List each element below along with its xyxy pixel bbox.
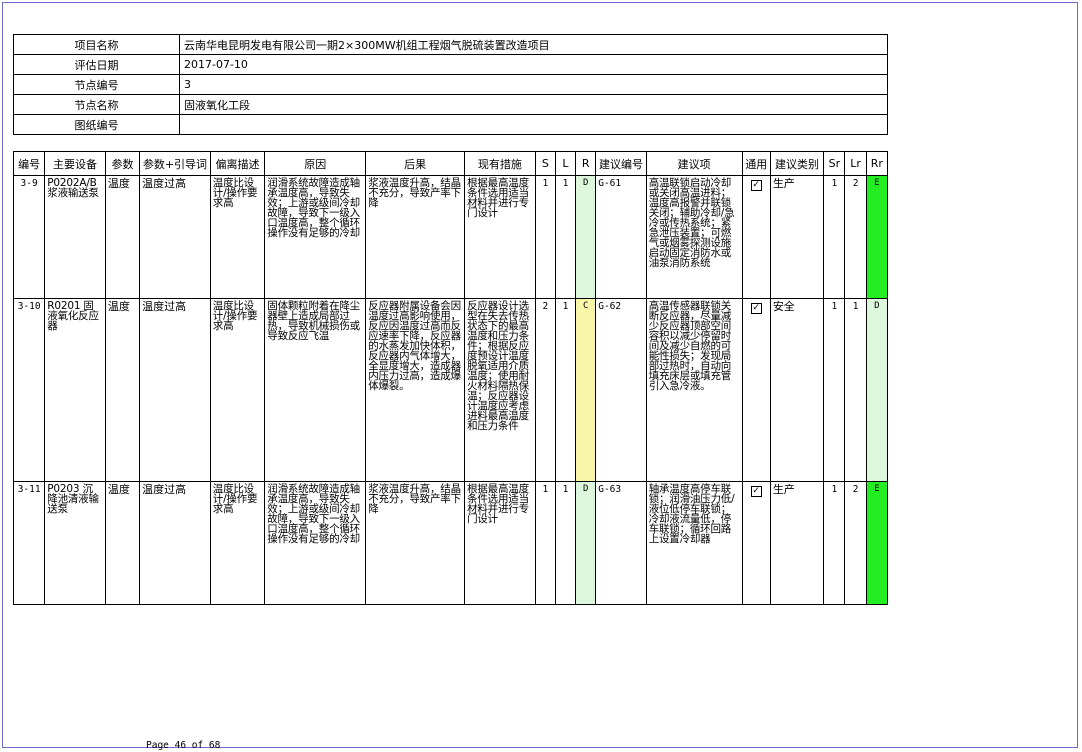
deviation-cell: 温度比设计/操作要求高 <box>209 175 266 299</box>
column-header: 参数 <box>104 151 141 176</box>
table-header-row: 编号 主要设备 参数 参数+引导词 偏离描述 原因 后果 现有措施 S L R 建议编号 建议项 通用 建议… <box>12 151 889 176</box>
residual-likelihood-cell: 2 <box>844 481 867 605</box>
general-checkbox: ✓ <box>741 481 771 605</box>
cause-cell: 固体颗粒附着在降尘器壁上造成局部过热，导致机械损伤或导致反应飞温 <box>264 298 367 482</box>
column-header: Rr <box>865 151 889 176</box>
info-value: 2017-07-10 <box>179 54 888 75</box>
info-value: 固液氧化工段 <box>179 94 888 115</box>
residual-risk-cell: E <box>865 175 889 299</box>
column-header: R <box>575 151 597 176</box>
equipment-cell: R0201 固液氧化反应器 <box>44 298 106 482</box>
row-id: 3-11 <box>12 481 46 605</box>
category-cell: 安全 <box>769 298 825 482</box>
recommendation-cell: 轴承温度高停车联锁；润滑油压力低/液位低停车联锁；冷却液流量低，停车联锁；循环回… <box>645 481 743 605</box>
page-number: Page 46 of 68 <box>146 740 221 751</box>
likelihood-cell: 1 <box>554 298 577 482</box>
report-page: 项目名称 云南华电昆明发电有限公司一期2×300MW机组工程烟气脱硫装置改造项目评… <box>2 2 1078 751</box>
param-cell: 温度 <box>104 298 141 482</box>
column-header: 编号 <box>12 151 46 176</box>
residual-risk-cell: D <box>865 298 889 482</box>
info-value: 3 <box>179 74 888 95</box>
table-row: 3-9 P0202A/B浆液输送泵 温度 温度过高 温度比设计/操作要求高 润滑系统故障造… <box>12 175 889 299</box>
column-header: Lr <box>844 151 867 176</box>
guideword-cell: 温度过高 <box>139 298 211 482</box>
guideword-cell: 温度过高 <box>139 175 211 299</box>
consequence-cell: 浆液温度升高，结晶不充分，导致产率下降 <box>365 175 466 299</box>
info-value: 云南华电昆明发电有限公司一期2×300MW机组工程烟气脱硫装置改造项目 <box>179 34 888 55</box>
recommendation-number: G-62 <box>595 298 647 482</box>
consequence-cell: 浆液温度升高，结晶不充分，导致产率下降 <box>365 481 466 605</box>
node-info-table: 项目名称 云南华电昆明发电有限公司一期2×300MW机组工程烟气脱硫装置改造项目评… <box>13 34 888 135</box>
cause-cell: 润滑系统故障造成轴承温度高，导致失效；上游或级间冷却故障，导致下一级入口温度高，… <box>264 481 367 605</box>
checkbox-icon: ✓ <box>750 486 762 497</box>
measures-cell: 反应器设计选型在失去传热状态下的最高温度和压力条件；根据反应度预设计温度脱氧适用… <box>464 298 536 482</box>
info-label: 图纸编号 <box>13 114 180 135</box>
column-header: 原因 <box>264 151 367 176</box>
column-header: 建议类别 <box>769 151 825 176</box>
row-id: 3-10 <box>12 298 46 482</box>
recommendation-number: G-63 <box>595 481 647 605</box>
deviation-cell: 温度比设计/操作要求高 <box>209 298 266 482</box>
residual-likelihood-cell: 1 <box>844 298 867 482</box>
residual-likelihood-cell: 2 <box>844 175 867 299</box>
risk-cell: D <box>575 175 597 299</box>
risk-cell: D <box>575 481 597 605</box>
guideword-cell: 温度过高 <box>139 481 211 605</box>
column-header: S <box>534 151 556 176</box>
likelihood-cell: 1 <box>554 175 577 299</box>
deviation-cell: 温度比设计/操作要求高 <box>209 481 266 605</box>
column-header: 现有措施 <box>464 151 536 176</box>
likelihood-cell: 1 <box>554 481 577 605</box>
column-header: 后果 <box>365 151 466 176</box>
severity-cell: 1 <box>534 175 556 299</box>
consequence-cell: 反应器附属设备会因温度过高影响使用，反应因温度过高而反应速率下降，反应器的水蒸发… <box>365 298 466 482</box>
general-checkbox: ✓ <box>741 298 771 482</box>
checkbox-icon: ✓ <box>750 180 762 191</box>
column-header: 建议项 <box>645 151 743 176</box>
equipment-cell: P0202A/B浆液输送泵 <box>44 175 106 299</box>
param-cell: 温度 <box>104 481 141 605</box>
info-label: 评估日期 <box>13 54 180 75</box>
info-label: 节点名称 <box>13 94 180 115</box>
column-header: 参数+引导词 <box>139 151 211 176</box>
hazop-table: 编号 主要设备 参数 参数+引导词 偏离描述 原因 后果 现有措施 S L R 建议编号 建议项 通用 建议… <box>12 151 889 605</box>
residual-severity-cell: 1 <box>823 298 846 482</box>
table-row: 3-10 R0201 固液氧化反应器 温度 温度过高 温度比设计/操作要求高 固体颗粒附着… <box>12 298 889 482</box>
info-row: 图纸编号 <box>13 114 888 135</box>
general-checkbox: ✓ <box>741 175 771 299</box>
column-header: 通用 <box>741 151 771 176</box>
category-cell: 生产 <box>769 481 825 605</box>
equipment-cell: P0203 沉降池清液输送泵 <box>44 481 106 605</box>
cause-cell: 润滑系统故障造成轴承温度高，导致失效；上游或级间冷却故障，导致下一级入口温度高，… <box>264 175 367 299</box>
residual-severity-cell: 1 <box>823 481 846 605</box>
table-row: 3-11 P0203 沉降池清液输送泵 温度 温度过高 温度比设计/操作要求高 润滑系统故… <box>12 481 889 605</box>
severity-cell: 2 <box>534 298 556 482</box>
info-row: 节点名称 固液氧化工段 <box>13 94 888 115</box>
info-row: 节点编号 3 <box>13 74 888 95</box>
recommendation-number: G-61 <box>595 175 647 299</box>
checkbox-icon: ✓ <box>750 303 762 314</box>
severity-cell: 1 <box>534 481 556 605</box>
recommendation-cell: 高温联锁启动冷却或关闭高温进料；温度高报警并联锁关闭；辅助冷却/急冷或传热系统；… <box>645 175 743 299</box>
column-header: Sr <box>823 151 846 176</box>
param-cell: 温度 <box>104 175 141 299</box>
info-row: 评估日期 2017-07-10 <box>13 54 888 75</box>
row-id: 3-9 <box>12 175 46 299</box>
column-header: 偏离描述 <box>209 151 266 176</box>
info-value <box>179 114 888 135</box>
category-cell: 生产 <box>769 175 825 299</box>
residual-risk-cell: E <box>865 481 889 605</box>
column-header: L <box>554 151 577 176</box>
column-header: 主要设备 <box>44 151 106 176</box>
info-label: 节点编号 <box>13 74 180 95</box>
recommendation-cell: 高温传感器联锁关断反应器，尽量减少反应器顶部空间容积以减少停留时间及减少自燃的可… <box>645 298 743 482</box>
info-row: 项目名称 云南华电昆明发电有限公司一期2×300MW机组工程烟气脱硫装置改造项目 <box>13 34 888 55</box>
risk-cell: C <box>575 298 597 482</box>
measures-cell: 根据最高温度条件选用适当材料并进行专门设计 <box>464 175 536 299</box>
column-header: 建议编号 <box>595 151 647 176</box>
measures-cell: 根据最高温度条件选用适当材料并进行专门设计 <box>464 481 536 605</box>
info-label: 项目名称 <box>13 34 180 55</box>
residual-severity-cell: 1 <box>823 175 846 299</box>
